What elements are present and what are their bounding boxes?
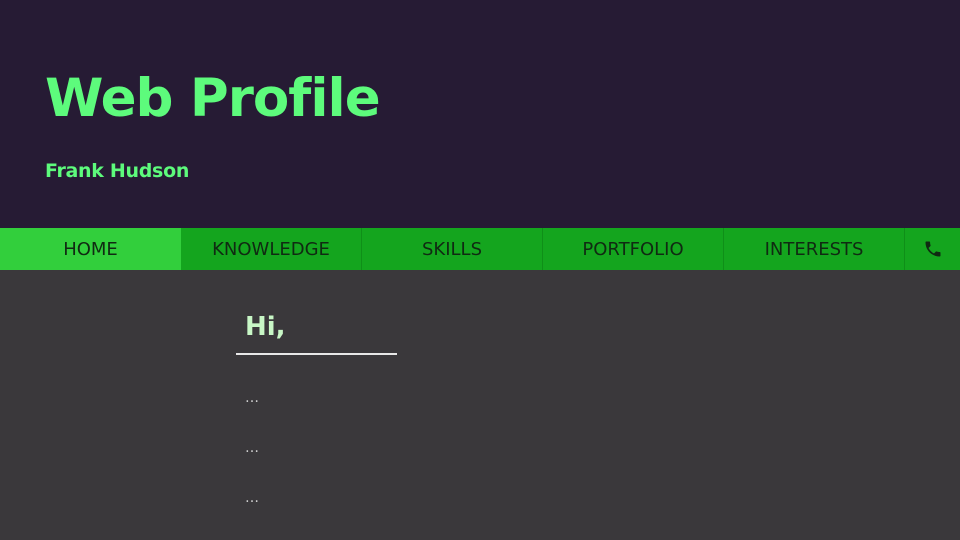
phone-icon [925,241,940,257]
heading-underline [236,353,397,355]
main-navigation: HOME KNOWLEDGE SKILLS PORTFOLIO INTEREST… [0,228,960,270]
nav-item-label: PORTFOLIO [582,238,684,260]
nav-item-home[interactable]: HOME [0,228,181,270]
author-name: Frank Hudson [45,160,190,182]
nav-item-portfolio[interactable]: PORTFOLIO [543,228,724,270]
greeting-heading: Hi, [245,312,286,342]
content-line: … [245,490,260,506]
site-header: Web Profile Frank Hudson [0,0,960,228]
site-title: Web Profile [45,68,381,129]
nav-item-label: KNOWLEDGE [212,238,330,260]
nav-item-interests[interactable]: INTERESTS [724,228,905,270]
nav-item-label: HOME [63,238,118,260]
nav-item-contact[interactable] [905,228,960,270]
nav-item-label: INTERESTS [764,238,864,260]
nav-item-label: SKILLS [421,238,483,260]
content-line: … [245,440,260,456]
nav-item-skills[interactable]: SKILLS [362,228,543,270]
content-line: … [245,390,260,406]
nav-item-knowledge[interactable]: KNOWLEDGE [181,228,362,270]
main-content [0,270,960,540]
